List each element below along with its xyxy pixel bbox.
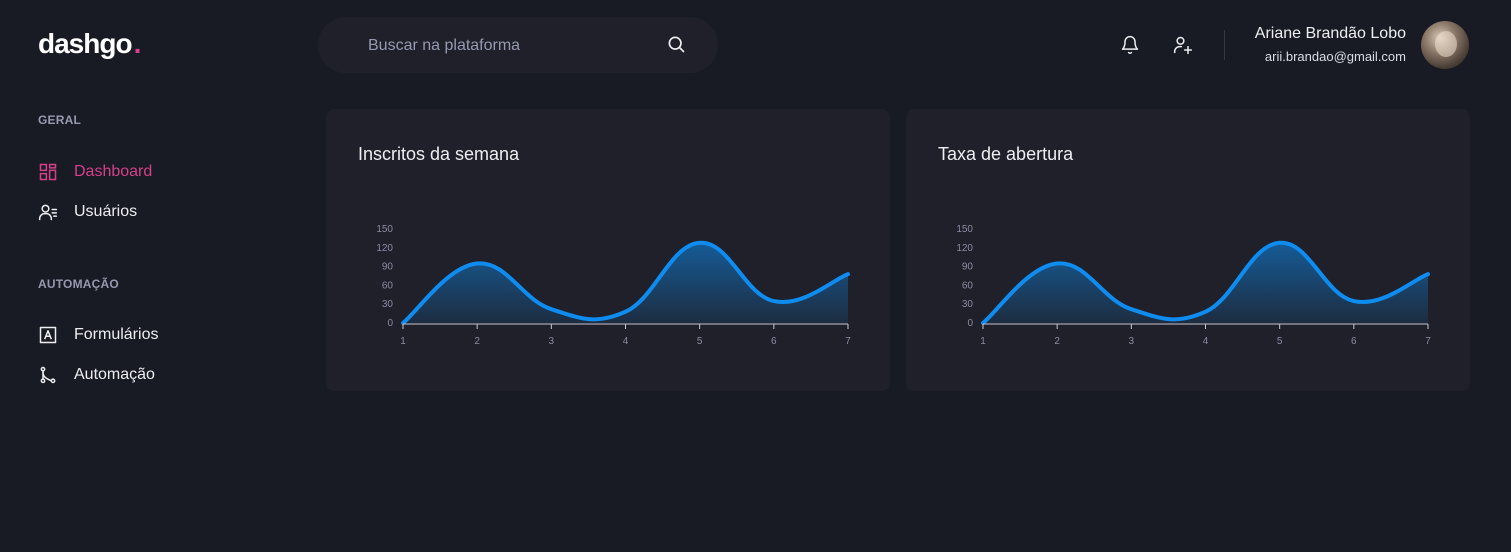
x-tick-label: 1	[980, 336, 986, 347]
card-title: Taxa de abertura	[938, 144, 1074, 164]
add-user-icon[interactable]	[1173, 35, 1193, 55]
sidebar-item-label: Dashboard	[74, 163, 153, 180]
sidebar-item-formularios[interactable]: Formulários	[38, 323, 158, 347]
sidebar-section-geral: GERAL	[38, 113, 81, 127]
sidebar-item-label: Automação	[74, 366, 155, 383]
avatar[interactable]	[1421, 21, 1469, 69]
x-tick-label: 2	[1054, 336, 1060, 347]
sidebar-item-automacao[interactable]: Automação	[38, 363, 155, 387]
y-tick-label: 90	[382, 262, 394, 273]
y-tick-label: 60	[382, 280, 394, 291]
y-tick-label: 30	[962, 299, 974, 310]
x-tick-label: 6	[771, 336, 777, 347]
y-tick-label: 120	[376, 243, 393, 254]
y-tick-label: 60	[962, 280, 974, 291]
y-tick-label: 150	[956, 224, 973, 235]
sidebar-item-usuarios[interactable]: Usuários	[38, 200, 137, 224]
notification-bell-icon[interactable]	[1120, 35, 1140, 55]
y-tick-label: 120	[956, 243, 973, 254]
chart-card-taxa-abertura: Taxa de abertura 1 2 3 4 5 6 7 0 30 60 90 120 150	[906, 109, 1470, 391]
x-tick-label: 2	[474, 336, 480, 347]
dashboard-icon	[39, 163, 57, 181]
x-tick-label: 7	[1425, 336, 1431, 347]
git-merge-icon	[40, 366, 56, 384]
search-icon[interactable]	[666, 34, 686, 54]
form-icon	[39, 326, 57, 344]
x-tick-label: 4	[623, 336, 629, 347]
x-tick-label: 3	[1129, 336, 1135, 347]
y-tick-label: 150	[376, 224, 393, 235]
x-tick-label: 4	[1203, 336, 1209, 347]
user-name: Ariane Brandão Lobo	[1254, 25, 1406, 42]
sidebar-section-automacao: AUTOMAÇÃO	[38, 277, 119, 291]
x-tick-label: 5	[1277, 336, 1283, 347]
y-tick-label: 90	[962, 262, 974, 273]
x-tick-label: 6	[1351, 336, 1357, 347]
x-tick-label: 7	[845, 336, 851, 347]
card-title: Inscritos da semana	[358, 144, 520, 164]
logo-text: dashgo	[38, 28, 133, 59]
search-bar[interactable]	[318, 17, 718, 75]
x-tick-label: 5	[697, 336, 703, 347]
x-tick-label: 3	[549, 336, 555, 347]
sidebar-item-label: Formulários	[74, 326, 159, 343]
y-tick-label: 0	[387, 318, 393, 329]
user-email: arii.brandao@gmail.com	[1264, 49, 1406, 64]
users-icon	[38, 204, 58, 221]
logo-dot: .	[133, 28, 142, 59]
area-chart: 1 2 3 4 5 6 7 0 30 60 90 120 150	[376, 224, 851, 347]
area-chart: 1 2 3 4 5 6 7 0 30 60 90 120 150	[956, 224, 1431, 347]
logo[interactable]: dashgo.	[38, 28, 142, 60]
sidebar-item-label: Usuários	[74, 203, 138, 220]
sidebar-item-dashboard[interactable]: Dashboard	[38, 160, 152, 184]
y-tick-label: 0	[967, 318, 973, 329]
y-tick-label: 30	[382, 299, 394, 310]
search-input[interactable]	[366, 17, 660, 75]
chart-card-inscritos: Inscritos da semana 1 2 3 4 5 6 7 0 30 60 90 120 150	[326, 109, 890, 391]
x-tick-label: 1	[400, 336, 406, 347]
header-divider	[1224, 30, 1225, 60]
